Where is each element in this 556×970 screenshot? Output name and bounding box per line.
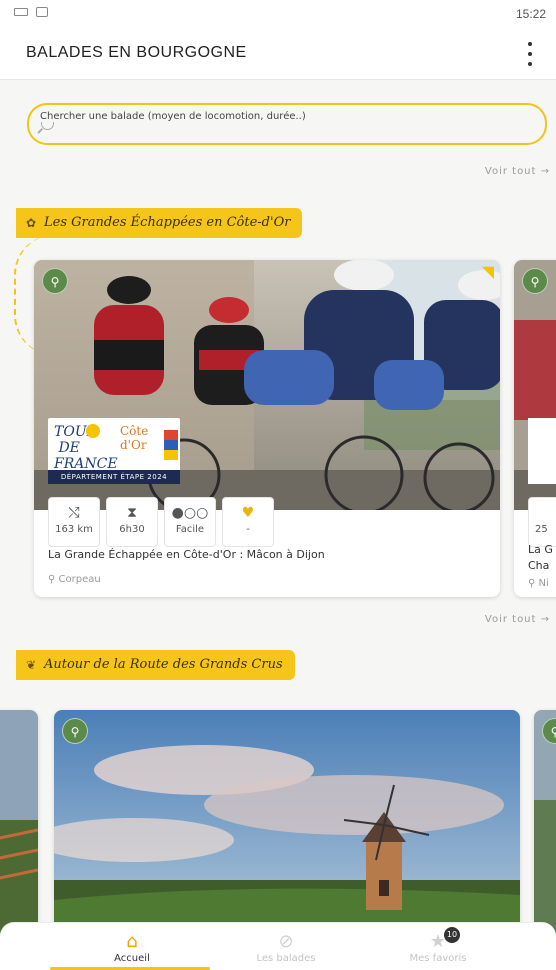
search-input[interactable] — [27, 103, 547, 145]
card-title: La Grande Échappée en Côte-d'Or : Mâcon … — [48, 548, 325, 561]
bottom-navigation: ⌂ Accueil ⊘ Les balades ★ 10 Mes favoris — [0, 922, 556, 970]
card-image-partial — [534, 710, 556, 940]
route-icon: ⤭ — [68, 505, 80, 521]
search-label: Chercher une balade (moyen de locomotion… — [36, 111, 310, 122]
section-title-label: Les Grandes Échappées en Côte-d'Or — [44, 215, 291, 230]
cyclist-icon: ✿ — [26, 216, 37, 230]
location-pin-icon: ⚲ — [48, 574, 59, 585]
page-title: BALADES EN BOURGOGNE — [26, 44, 247, 61]
tour-de-france-logo: TOUR DE FRANCE Côte d'Or DÉPARTEMENT ÉTAPE… — [48, 418, 180, 484]
nav-home[interactable]: ⌂ Accueil — [82, 931, 182, 964]
card-image-vineyard-partial — [0, 710, 38, 940]
nav-walks[interactable]: ⊘ Les balades — [236, 931, 336, 964]
status-time: 15:22 — [515, 7, 546, 21]
favorite-button[interactable]: ♥ - — [222, 497, 274, 547]
favorites-count-badge: 10 — [444, 927, 460, 943]
tdf-strip: DÉPARTEMENT ÉTAPE 2024 — [48, 470, 180, 484]
walk-card[interactable]: ⚲ — [534, 710, 556, 940]
bike-icon: ⚲ — [522, 268, 548, 294]
see-all-link[interactable]: Voir tout → — [485, 614, 550, 625]
card-location: ⚲ Corpeau — [48, 574, 101, 585]
section-title-grandes-echappees[interactable]: ✿ Les Grandes Échappées en Côte-d'Or — [16, 208, 303, 238]
section-title-grands-crus[interactable]: ❦ Autour de la Route des Grands Crus — [16, 650, 295, 680]
corner-flag-icon: ◥ — [481, 262, 494, 281]
walk-card[interactable]: ⚲ — [54, 710, 520, 940]
status-bar: 15:22 — [0, 0, 556, 28]
app-header: BALADES EN BOURGOGNE — [0, 28, 556, 80]
bike-icon: ⚲ — [42, 268, 68, 294]
duration-stat: ⧗ 6h30 — [106, 497, 158, 547]
card-image-windmill — [54, 710, 520, 940]
walk-card[interactable] — [0, 710, 38, 940]
card-title: La G Cha — [528, 543, 553, 572]
card-location: ⚲ Ni — [528, 578, 549, 589]
compass-icon: ⊘ — [278, 931, 294, 952]
heart-icon: ♥ — [241, 505, 255, 521]
difficulty-dots-icon: ●○○ — [171, 505, 209, 521]
notification-icon — [36, 7, 48, 17]
distance-stat: ⤭ 163 km — [48, 497, 100, 547]
nav-favorites[interactable]: ★ 10 Mes favoris — [388, 927, 488, 964]
section-title-label: Autour de la Route des Grands Crus — [44, 657, 283, 672]
difficulty-stat: ●○○ Facile — [164, 497, 216, 547]
star-icon: ★ 10 — [388, 927, 488, 953]
bike-icon: ⚲ — [62, 718, 88, 744]
grapes-icon: ❦ — [26, 658, 37, 672]
card-stats: ⤭ 163 km ⧗ 6h30 ●○○ Facile ♥ - — [48, 497, 274, 547]
see-all-link[interactable]: Voir tout → — [485, 166, 550, 177]
app-screen: 15:22 BALADES EN BOURGOGNE Chercher une … — [0, 0, 556, 970]
home-icon: ⌂ — [126, 931, 138, 952]
walk-card[interactable]: ⚲ ◥ TOUR DE FRANCE Côte d'Or DÉPARTEMENT É… — [34, 260, 500, 597]
hourglass-icon: ⧗ — [127, 505, 137, 521]
more-options-icon[interactable] — [524, 40, 536, 68]
walk-card[interactable]: ⚲ 25 La G Cha ⚲ Ni — [514, 260, 556, 597]
distance-stat: 25 — [528, 497, 556, 547]
signal-icon — [14, 8, 28, 16]
tour-de-france-logo — [528, 418, 556, 484]
